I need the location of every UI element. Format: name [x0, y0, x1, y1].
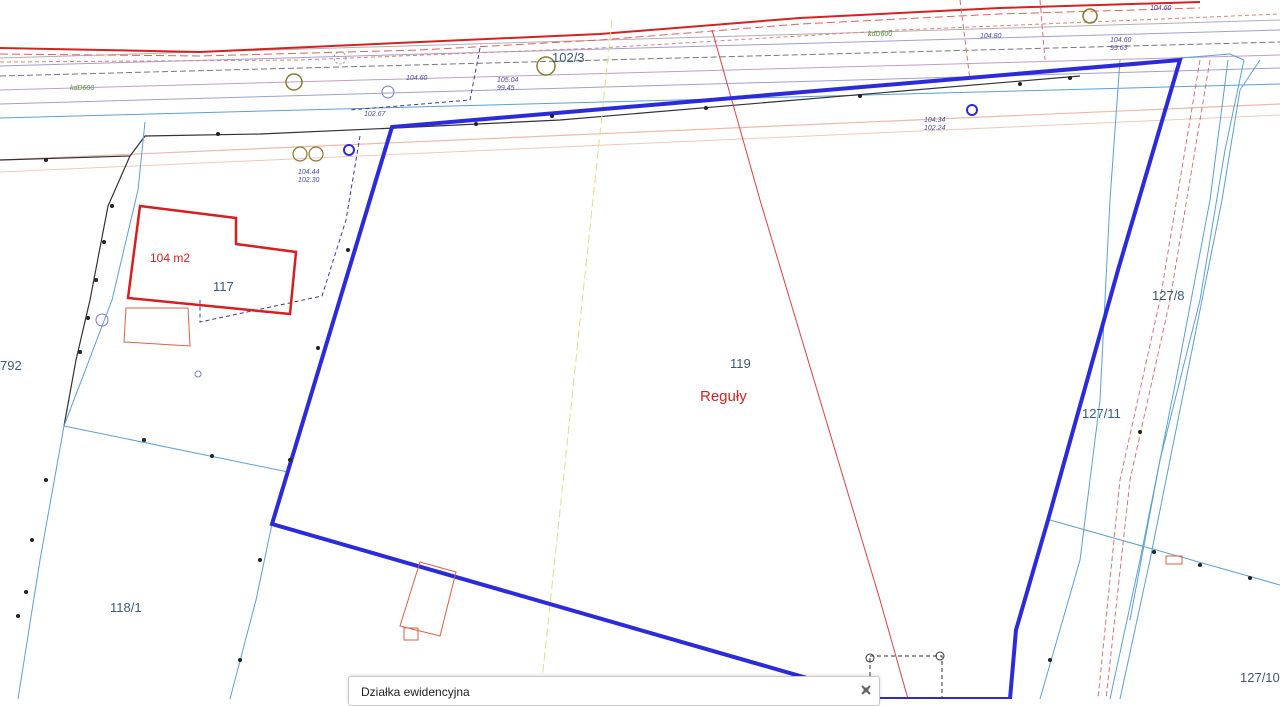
yellow-line	[539, 19, 613, 699]
svg-text:kdD600: kdD600	[868, 31, 892, 38]
svg-text:104.80: 104.80	[980, 33, 1002, 40]
parcel-info-popup[interactable]: Działka ewidencyjna	[348, 676, 880, 706]
parcel-label-119: 119	[730, 356, 751, 371]
svg-text:102.67: 102.67	[364, 111, 387, 118]
utility-circles	[95, 8, 1098, 663]
map-canvas[interactable]: 104.60 105.04 99.45 104.80 104.34 102.24…	[0, 0, 1280, 699]
selected-parcel-119[interactable]	[269, 57, 1183, 699]
parcel-label-127-11: 127/11	[1082, 406, 1121, 421]
pink-lines	[959, 0, 1211, 699]
close-x-icon[interactable]	[859, 683, 873, 697]
road-lines	[0, 19, 1280, 173]
svg-text:104.60: 104.60	[1110, 37, 1132, 44]
svg-text:104.44: 104.44	[298, 169, 320, 176]
parcel-label-102-3: 102/3	[552, 50, 585, 65]
parcel-label-117: 117	[213, 279, 234, 294]
parcel-label-127-10: 127/10	[1240, 670, 1280, 685]
svg-text:99.63: 99.63	[1110, 45, 1128, 52]
red-utility-top	[0, 1, 1280, 63]
building-area-label: 104 m2	[150, 251, 190, 265]
parcel-label-127-8: 127/8	[1152, 288, 1185, 303]
svg-text:102.24: 102.24	[924, 125, 946, 132]
survey-points	[16, 76, 1252, 662]
rules-label: Reguły	[700, 388, 747, 405]
svg-text:104.60: 104.60	[406, 75, 428, 82]
popup-title: Działka ewidencyjna	[361, 685, 470, 699]
svg-text:kdD600: kdD600	[70, 85, 94, 92]
shed-outlines	[123, 307, 1183, 641]
svg-text:105.04: 105.04	[497, 77, 519, 84]
dashed-utility	[199, 47, 481, 323]
svg-text:102.30: 102.30	[298, 177, 320, 184]
svg-text:99.45: 99.45	[497, 85, 515, 92]
parcel-label-792: 792	[0, 358, 22, 373]
svg-text:104.34: 104.34	[924, 117, 946, 124]
svg-text:104.60: 104.60	[1150, 5, 1172, 12]
parcel-label-118-1: 118/1	[110, 600, 142, 615]
